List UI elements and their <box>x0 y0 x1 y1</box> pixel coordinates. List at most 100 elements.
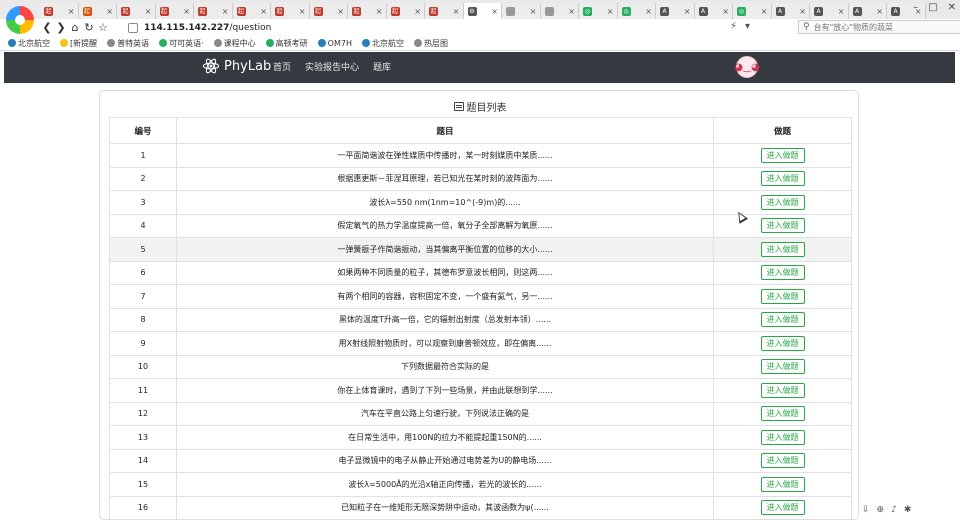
bookmark-item[interactable]: OM7H <box>317 39 352 48</box>
browser-tab[interactable]: 起 × <box>232 3 271 19</box>
start-question-button[interactable]: 进入做题 <box>760 453 805 469</box>
page-info-icon[interactable] <box>128 22 138 33</box>
tab-close-icon[interactable]: × <box>222 7 229 16</box>
browser-tab[interactable]: ◎ × <box>617 3 656 19</box>
bookmark-star-icon[interactable]: ☆ <box>96 21 110 34</box>
tab-close-icon[interactable]: × <box>414 7 421 16</box>
avatar[interactable]: ◕‿◕ <box>734 56 760 78</box>
lightning-icon[interactable]: ⚡ <box>730 21 737 32</box>
browser-tab[interactable]: 起 × <box>40 3 79 19</box>
start-question-button[interactable]: 进入做题 <box>760 476 805 492</box>
browser-tab[interactable]: 起 × <box>348 3 387 19</box>
start-question-button[interactable]: 进入做题 <box>760 382 805 398</box>
nav-report-center[interactable]: 实验报告中心 <box>305 60 359 73</box>
start-question-button[interactable]: 进入做题 <box>760 194 805 210</box>
browser-tab[interactable]: 起 × <box>425 3 464 19</box>
tab-close-icon[interactable]: × <box>568 7 575 16</box>
refresh-icon[interactable]: ↻ <box>82 21 96 34</box>
browser-tab[interactable]: 起 × <box>271 3 310 19</box>
tab-close-icon[interactable]: × <box>799 7 806 16</box>
browser-tab[interactable]: 起 × <box>155 3 194 19</box>
bookmark-item[interactable]: 热层图 <box>413 38 448 49</box>
tab-close-icon[interactable]: × <box>684 7 691 16</box>
table-header-row: 编号 题目 做题 <box>109 117 852 144</box>
tab-favicon-icon: ◎ <box>737 6 746 16</box>
browser-tab[interactable]: ◎ × <box>733 3 772 19</box>
start-question-button[interactable]: 进入做题 <box>760 406 805 422</box>
browser-tab[interactable]: ⚙ × <box>463 3 502 19</box>
browser-tab[interactable]: 起 × <box>309 3 348 19</box>
tab-close-icon[interactable]: × <box>68 7 75 16</box>
tab-close-icon[interactable]: × <box>530 7 537 16</box>
start-question-button[interactable]: 进入做题 <box>760 171 805 187</box>
tab-close-icon[interactable]: × <box>491 7 498 16</box>
tab-close-icon[interactable]: × <box>838 7 845 16</box>
browser-tab[interactable]: A × <box>694 3 733 19</box>
browser-tab[interactable]: A × <box>656 3 695 19</box>
start-question-button[interactable]: 进入做题 <box>760 429 805 445</box>
back-icon[interactable]: ❮ <box>40 21 54 34</box>
bookmark-item[interactable]: 课程中心 <box>213 38 256 49</box>
nav-question-bank[interactable]: 题库 <box>373 60 391 73</box>
browser-tab[interactable]: × <box>540 3 579 19</box>
bookmark-item[interactable]: 普特英语 <box>107 38 149 49</box>
start-question-button[interactable]: 进入做题 <box>760 147 805 163</box>
browser-tab[interactable]: 起 × <box>386 3 425 19</box>
question-id: 7 <box>109 284 177 309</box>
start-question-button[interactable]: 进入做题 <box>760 500 805 516</box>
tab-close-icon[interactable]: × <box>607 7 614 16</box>
nav-home[interactable]: 首页 <box>273 60 291 73</box>
zoom-icon[interactable]: ⊕ <box>877 505 885 515</box>
browser-tab[interactable]: × <box>502 3 541 19</box>
tab-close-icon[interactable]: × <box>645 7 652 16</box>
sound-icon[interactable]: ♪ <box>891 505 897 515</box>
download-icon[interactable]: ⇩ <box>862 505 870 515</box>
bookmark-item[interactable]: [新提醒 <box>60 38 97 49</box>
bookmark-item[interactable]: 高顿考研 <box>265 38 308 49</box>
browser-logo-icon[interactable] <box>6 6 34 34</box>
browser-tab[interactable]: A × <box>810 3 849 19</box>
home-icon[interactable]: ⌂ <box>68 21 82 34</box>
start-question-button[interactable]: 进入做题 <box>760 359 805 375</box>
dropdown-icon[interactable]: ▾ <box>745 21 750 32</box>
start-question-button[interactable]: 进入做题 <box>760 241 805 257</box>
tab-close-icon[interactable]: × <box>183 7 190 16</box>
tab-close-icon[interactable]: × <box>145 7 152 16</box>
tab-close-icon[interactable]: × <box>722 7 729 16</box>
tab-close-icon[interactable]: × <box>376 7 383 16</box>
avatar-face-icon: ◕‿◕ <box>734 61 760 73</box>
start-question-button[interactable]: 进入做题 <box>760 265 805 281</box>
start-question-button[interactable]: 进入做题 <box>760 218 805 234</box>
brand-link[interactable]: PhyLab <box>202 57 271 75</box>
browser-tab[interactable]: A × <box>771 3 810 19</box>
tab-close-icon[interactable]: × <box>876 7 883 16</box>
bookmark-item[interactable]: 北京航空 <box>8 38 50 49</box>
minimize-icon[interactable]: – <box>913 2 918 13</box>
browser-tab[interactable]: 起 × <box>117 3 156 19</box>
browser-tab[interactable]: ◎ × <box>579 3 618 19</box>
search-input[interactable]: ⚲ 台有"放心"物质的蔬菜 <box>798 20 960 34</box>
start-question-button[interactable]: 进入做题 <box>760 335 805 351</box>
question-text: 波长λ=5000Å的光沿x轴正向传播，若光的波长的...... <box>176 472 714 497</box>
browser-tab[interactable]: 起 × <box>78 3 117 19</box>
maximize-icon[interactable]: □ <box>928 2 937 13</box>
address-bar[interactable]: 114.115.142.227 /question <box>128 20 748 35</box>
browser-tab[interactable]: A × <box>848 3 887 19</box>
tab-close-icon[interactable]: × <box>337 7 344 16</box>
start-question-button[interactable]: 进入做题 <box>760 312 805 328</box>
browser-tab[interactable]: 起 × <box>194 3 233 19</box>
table-row: 6 如果两种不同质量的粒子，其德布罗意波长相同，则这两...... 进入做题 <box>109 260 852 285</box>
bookmark-item[interactable]: 可可英语· <box>159 38 204 49</box>
forward-icon[interactable]: ❯ <box>54 21 68 34</box>
extension-icon[interactable]: ✱ <box>904 505 912 515</box>
tab-close-icon[interactable]: × <box>260 7 267 16</box>
close-window-icon[interactable]: ✕ <box>948 2 956 13</box>
tab-close-icon[interactable]: × <box>761 7 768 16</box>
search-icon: ⚲ <box>803 22 810 32</box>
tab-close-icon[interactable]: × <box>299 7 306 16</box>
start-question-button[interactable]: 进入做题 <box>760 288 805 304</box>
tab-close-icon[interactable]: × <box>453 7 460 16</box>
bookmark-item[interactable]: 北京航空 <box>361 38 404 49</box>
question-id: 1 <box>109 143 177 168</box>
tab-close-icon[interactable]: × <box>106 7 113 16</box>
